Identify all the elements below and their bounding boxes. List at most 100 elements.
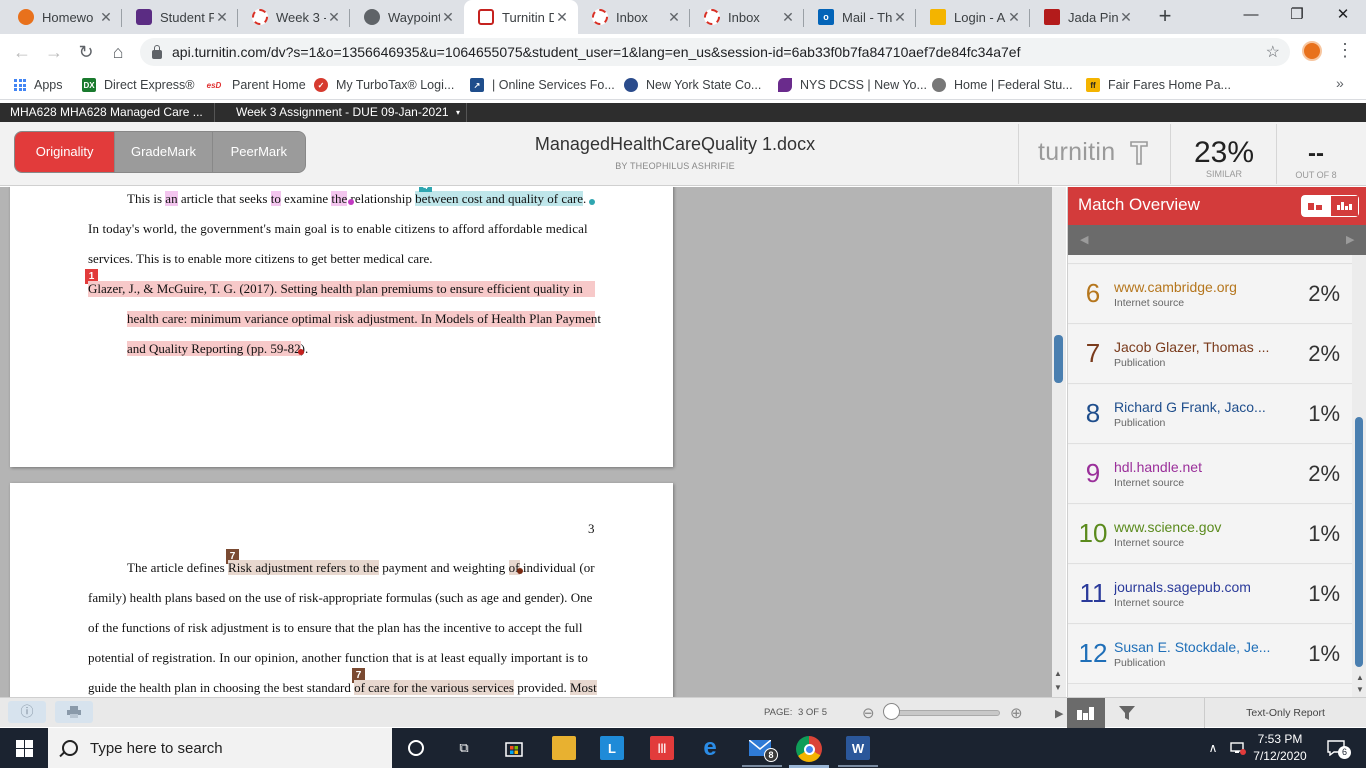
zoom-out-icon[interactable]: ⊖ <box>862 704 875 722</box>
document-scroll-thumb[interactable] <box>1054 335 1063 383</box>
match-highlight[interactable]: Most <box>569 680 597 695</box>
word-icon[interactable]: W <box>846 736 870 760</box>
bookmarks-overflow-button[interactable]: » <box>1336 75 1344 91</box>
list-view-button[interactable] <box>1302 196 1330 216</box>
scroll-down-arrow-icon[interactable]: ▼ <box>1054 683 1062 692</box>
tab-inbox-2[interactable]: Inbox ✕ <box>690 0 804 34</box>
bookmark-online-services[interactable]: ↗ | Online Services Fo... <box>470 76 615 94</box>
store-icon[interactable] <box>502 736 526 760</box>
bookmark-nys-dcss[interactable]: NYS DCSS | New Yo... <box>778 76 927 94</box>
tab-homework[interactable]: Homewo ✕ <box>4 0 122 34</box>
reload-icon[interactable]: ↻ <box>74 40 98 64</box>
tab-close-icon[interactable]: ✕ <box>1118 9 1134 26</box>
match-highlight[interactable]: of care for the various services <box>354 680 514 695</box>
zoom-in-icon[interactable]: ⊕ <box>1010 704 1023 722</box>
office-icon[interactable]: ||| <box>650 736 674 760</box>
match-highlight[interactable]: and Quality Reporting (pp. 59-82 <box>127 341 301 356</box>
chart-view-button[interactable] <box>1329 196 1358 216</box>
tray-chevron-icon[interactable]: ∧ <box>1204 728 1222 768</box>
bookmark-apps[interactable]: Apps <box>14 76 63 94</box>
scroll-up-arrow-icon[interactable]: ▲ <box>1054 669 1062 678</box>
notification-center-icon[interactable]: 6 <box>1318 728 1354 768</box>
maximize-button[interactable]: ❐ <box>1274 0 1320 32</box>
page-indicator-value[interactable]: 3 OF 5 <box>798 707 827 718</box>
print-button[interactable] <box>55 701 93 723</box>
task-view-icon[interactable]: ⧉ <box>452 736 476 760</box>
tab-mail[interactable]: o Mail - Th ✕ <box>804 0 916 34</box>
mail-icon[interactable]: 8 <box>748 736 778 762</box>
match-row[interactable]: 7 Jacob Glazer, Thomas ... Publication 2… <box>1068 325 1352 384</box>
minimize-button[interactable]: — <box>1228 0 1274 32</box>
zoom-slider-handle[interactable] <box>883 703 900 720</box>
grade-value[interactable]: -- <box>1280 140 1352 168</box>
tab-peermark[interactable]: PeerMark <box>211 132 305 172</box>
tab-close-icon[interactable]: ✕ <box>892 9 908 26</box>
match-highlight[interactable]: the <box>331 191 348 206</box>
match-highlight-reference[interactable]: Glazer, J., & McGuire, T. G. (2017). Set… <box>88 281 595 297</box>
forward-arrow-icon[interactable]: → <box>42 40 66 64</box>
breadcrumb-assignment[interactable]: Week 3 Assignment - DUE 09-Jan-2021 <box>236 103 449 122</box>
match-list-scroll-thumb[interactable] <box>1355 417 1363 667</box>
bookmark-direct-express[interactable]: DX Direct Express® <box>82 76 194 94</box>
tab-inbox-1[interactable]: Inbox ✕ <box>578 0 690 34</box>
bookmark-nys-courts[interactable]: New York State Co... <box>624 76 761 94</box>
profile-avatar[interactable] <box>1302 41 1322 61</box>
match-highlight[interactable]: Risk adjustment refers to the <box>227 560 379 575</box>
match-highlight[interactable]: between cost and quality of care <box>415 191 584 206</box>
match-row[interactable]: 10 www.science.gov Internet source 1% <box>1068 505 1352 564</box>
info-button[interactable]: ⓘ <box>8 701 46 723</box>
tab-close-icon[interactable]: ✕ <box>326 9 342 26</box>
bookmark-parent-home[interactable]: esD Parent Home <box>204 76 306 94</box>
match-row[interactable]: 12 Susan E. Stockdale, Je... Publication… <box>1068 625 1352 684</box>
match-list-scrollbar[interactable]: ▲ ▼ <box>1352 255 1366 697</box>
bookmark-federal-student-aid[interactable]: Home | Federal Stu... <box>932 76 1073 94</box>
tab-close-icon[interactable]: ✕ <box>1006 9 1022 26</box>
clock[interactable]: 7:53 PM 7/12/2020 <box>1252 728 1308 768</box>
url-text[interactable]: api.turnitin.com/dv?s=1&o=1356646935&u=1… <box>172 44 1020 60</box>
match-row[interactable]: 6 www.cambridge.org Internet source 2% <box>1068 265 1352 324</box>
tab-waypoint[interactable]: Waypoint ✕ <box>350 0 464 34</box>
chrome-icon[interactable] <box>796 736 822 762</box>
cortana-icon[interactable] <box>404 736 428 760</box>
tab-close-icon[interactable]: ✕ <box>780 9 796 26</box>
match-row[interactable]: 8 Richard G Frank, Jaco... Publication 1… <box>1068 385 1352 444</box>
chevron-down-icon[interactable]: ▾ <box>456 103 460 122</box>
tab-close-icon[interactable]: ✕ <box>98 9 114 26</box>
next-match-icon[interactable]: ▶ <box>1346 233 1354 246</box>
text-only-report-button[interactable]: Text-Only Report <box>1204 698 1366 728</box>
document-viewer[interactable]: This is an article that seeks to examine… <box>0 187 1052 697</box>
similarity-percentage[interactable]: 23% <box>1175 136 1273 170</box>
tab-week3[interactable]: Week 3 - ✕ <box>238 0 350 34</box>
tab-close-icon[interactable]: ✕ <box>554 9 570 26</box>
match-row-partial[interactable]: Internet source <box>1068 255 1352 264</box>
file-explorer-icon[interactable] <box>552 736 576 760</box>
tab-turnitin[interactable]: Turnitin D ✕ <box>464 0 578 34</box>
tab-grademark[interactable]: GradeMark <box>114 132 212 172</box>
edge-icon[interactable]: e <box>698 734 722 761</box>
tab-originality[interactable]: Originality <box>15 132 115 172</box>
bookmark-turbotax[interactable]: ✓ My TurboTax® Logi... <box>314 76 454 94</box>
zoom-slider[interactable] <box>884 710 1000 716</box>
scroll-up-arrow-icon[interactable]: ▲ <box>1356 673 1364 682</box>
breadcrumb-course[interactable]: MHA628 MHA628 Managed Care ... <box>10 103 203 122</box>
tab-login[interactable]: Login - A ✕ <box>916 0 1030 34</box>
match-row[interactable]: 11 journals.sagepub.com Internet source … <box>1068 565 1352 624</box>
tab-jada-pink[interactable]: Jada Pink ✕ <box>1030 0 1142 34</box>
network-icon[interactable] <box>1226 728 1250 768</box>
previous-match-icon[interactable]: ◀ <box>1080 233 1088 246</box>
back-arrow-icon[interactable]: ← <box>10 40 34 64</box>
match-highlight-reference[interactable]: health care: minimum variance optimal ri… <box>127 311 601 327</box>
address-bar[interactable]: api.turnitin.com/dv?s=1&o=1356646935&u=1… <box>140 38 1290 66</box>
tab-close-icon[interactable]: ✕ <box>214 9 230 26</box>
tab-close-icon[interactable]: ✕ <box>440 9 456 26</box>
match-row[interactable]: 9 hdl.handle.net Internet source 2% <box>1068 445 1352 504</box>
match-highlight[interactable]: an <box>165 191 178 206</box>
filter-button[interactable] <box>1107 698 1147 728</box>
bookmark-fair-fares[interactable]: ff Fair Fares Home Pa... <box>1086 76 1231 94</box>
teams-l-icon[interactable]: L <box>600 736 624 760</box>
close-window-button[interactable]: ✕ <box>1320 0 1366 32</box>
bookmark-star-icon[interactable]: ☆ <box>1266 42 1280 62</box>
scroll-down-arrow-icon[interactable]: ▼ <box>1356 685 1364 694</box>
tab-student-portal[interactable]: Student P ✕ <box>122 0 238 34</box>
browser-menu-icon[interactable]: ⋮ <box>1336 40 1354 60</box>
